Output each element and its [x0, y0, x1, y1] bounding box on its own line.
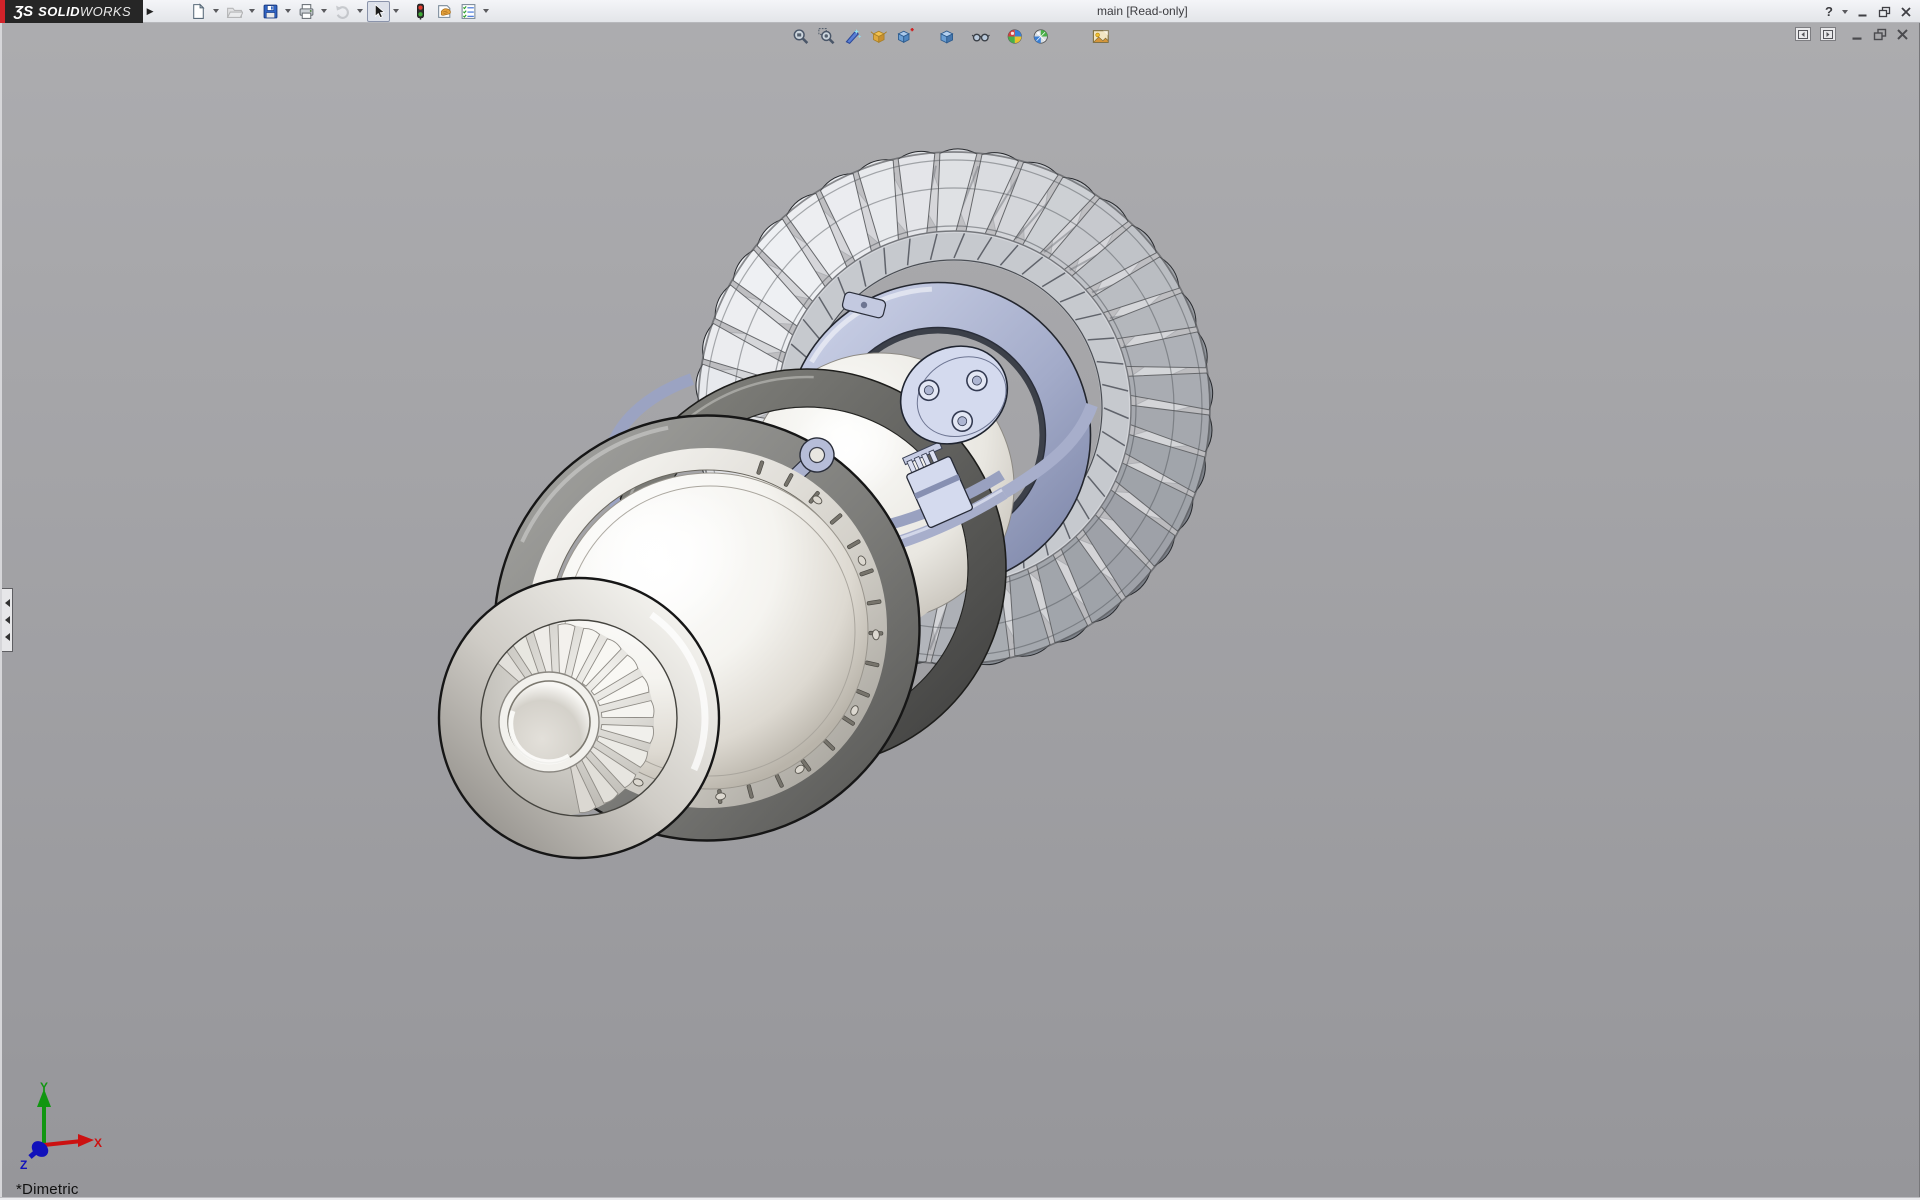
- apply-scene-button[interactable]: [1029, 26, 1053, 47]
- view-orientation-button[interactable]: [867, 26, 891, 47]
- undo-icon: [334, 3, 351, 20]
- zoom-to-area-icon: [817, 27, 836, 46]
- collapse-arrow-icon: [5, 616, 10, 624]
- doc-restore-button[interactable]: [1873, 28, 1887, 41]
- edit-appearance-icon: [1005, 27, 1024, 46]
- select-button[interactable]: [367, 1, 390, 22]
- feature-tree-collapsed-tab[interactable]: [2, 588, 13, 652]
- zoom-to-fit-button[interactable]: [789, 26, 813, 47]
- glasses-icon: [971, 27, 990, 46]
- collapse-arrow-icon: [5, 633, 10, 641]
- apply-scene-icon: [1031, 27, 1050, 46]
- title-bar: ƷS SOLID WORKS ▶: [0, 0, 1920, 23]
- window-close-button[interactable]: [1900, 6, 1912, 18]
- document-window-controls: [1795, 27, 1909, 41]
- rebuild-stoplight-icon: [412, 3, 429, 20]
- triad-z-label: Z: [20, 1158, 27, 1172]
- window-controls: ?: [1825, 0, 1912, 23]
- open-document-icon: [226, 3, 243, 20]
- section-view-button[interactable]: [841, 26, 865, 47]
- window-minimize-button[interactable]: [1857, 6, 1869, 18]
- display-style-button[interactable]: [935, 26, 959, 47]
- print-button[interactable]: [295, 1, 318, 22]
- open-document-button[interactable]: [223, 1, 246, 22]
- undo-button[interactable]: [331, 1, 354, 22]
- window-restore-button[interactable]: [1878, 6, 1891, 18]
- restore-icon: [1878, 6, 1891, 18]
- collapse-pane-button[interactable]: [1795, 27, 1811, 41]
- solidworks-logo: ƷS SOLID WORKS: [0, 0, 143, 23]
- view-settings-icon: [1091, 27, 1110, 46]
- file-properties-button[interactable]: [433, 1, 456, 22]
- select-dropdown[interactable]: [393, 9, 399, 13]
- solidworks-logo-bold: SOLID: [38, 4, 80, 19]
- help-dropdown[interactable]: [1842, 10, 1848, 14]
- standard-toolbar: [187, 1, 492, 22]
- help-button[interactable]: ?: [1825, 4, 1833, 19]
- undo-dropdown[interactable]: [357, 9, 363, 13]
- close-icon: [1900, 6, 1912, 18]
- turbine-engine-model: [2, 23, 1920, 1197]
- save-icon: [262, 3, 279, 20]
- zoom-to-fit-icon: [791, 27, 810, 46]
- solidworks-window: { "window": { "title": "main [Read-only]…: [0, 0, 1920, 1200]
- solidworks-logo-glyph: ƷS: [14, 3, 33, 20]
- new-document-button[interactable]: [187, 1, 210, 22]
- doc-close-icon: [1896, 28, 1909, 41]
- doc-minimize-button[interactable]: [1851, 28, 1864, 41]
- save-button[interactable]: [259, 1, 282, 22]
- doc-close-button[interactable]: [1896, 28, 1909, 41]
- save-dropdown[interactable]: [285, 9, 291, 13]
- menu-flyout-arrow[interactable]: ▶: [143, 0, 157, 23]
- doc-restore-icon: [1873, 28, 1887, 41]
- display-style-edges-button[interactable]: [893, 26, 917, 47]
- new-document-icon: [190, 3, 207, 20]
- view-orientation-icon: [869, 27, 888, 46]
- expand-pane-button[interactable]: [1820, 27, 1836, 41]
- view-orientation-label: *Dimetric: [16, 1181, 79, 1198]
- zoom-to-area-button[interactable]: [815, 26, 839, 47]
- edit-appearance-button[interactable]: [1003, 26, 1027, 47]
- triad-x-label: X: [94, 1136, 102, 1150]
- open-document-dropdown[interactable]: [249, 9, 255, 13]
- collapse-arrow-icon: [5, 599, 10, 607]
- display-style-edges-icon: [895, 27, 914, 46]
- collapse-pane-icon: [1798, 30, 1808, 39]
- expand-pane-icon: [1823, 30, 1833, 39]
- document-title: main [Read-only]: [1097, 4, 1188, 18]
- doc-minimize-icon: [1851, 28, 1864, 41]
- rebuild-button[interactable]: [409, 1, 432, 22]
- reference-triad: Y X Z: [10, 1081, 102, 1173]
- options-button[interactable]: [457, 1, 480, 22]
- view-settings-button[interactable]: [1089, 26, 1113, 47]
- select-cursor-icon: [370, 3, 387, 20]
- minimize-icon: [1857, 6, 1869, 18]
- file-properties-icon: [436, 3, 453, 20]
- options-icon: [460, 3, 477, 20]
- graphics-viewport[interactable]: Y X Z *Dimetric: [0, 23, 1920, 1197]
- display-style-icon: [937, 27, 956, 46]
- headsup-view-toolbar: [789, 26, 1113, 47]
- hide-show-items-button[interactable]: [969, 26, 993, 47]
- triad-y-label: Y: [40, 1081, 48, 1094]
- options-dropdown[interactable]: [483, 9, 489, 13]
- section-view-icon: [843, 27, 862, 46]
- new-document-dropdown[interactable]: [213, 9, 219, 13]
- print-dropdown[interactable]: [321, 9, 327, 13]
- solidworks-logo-light: WORKS: [80, 4, 131, 19]
- print-icon: [298, 3, 315, 20]
